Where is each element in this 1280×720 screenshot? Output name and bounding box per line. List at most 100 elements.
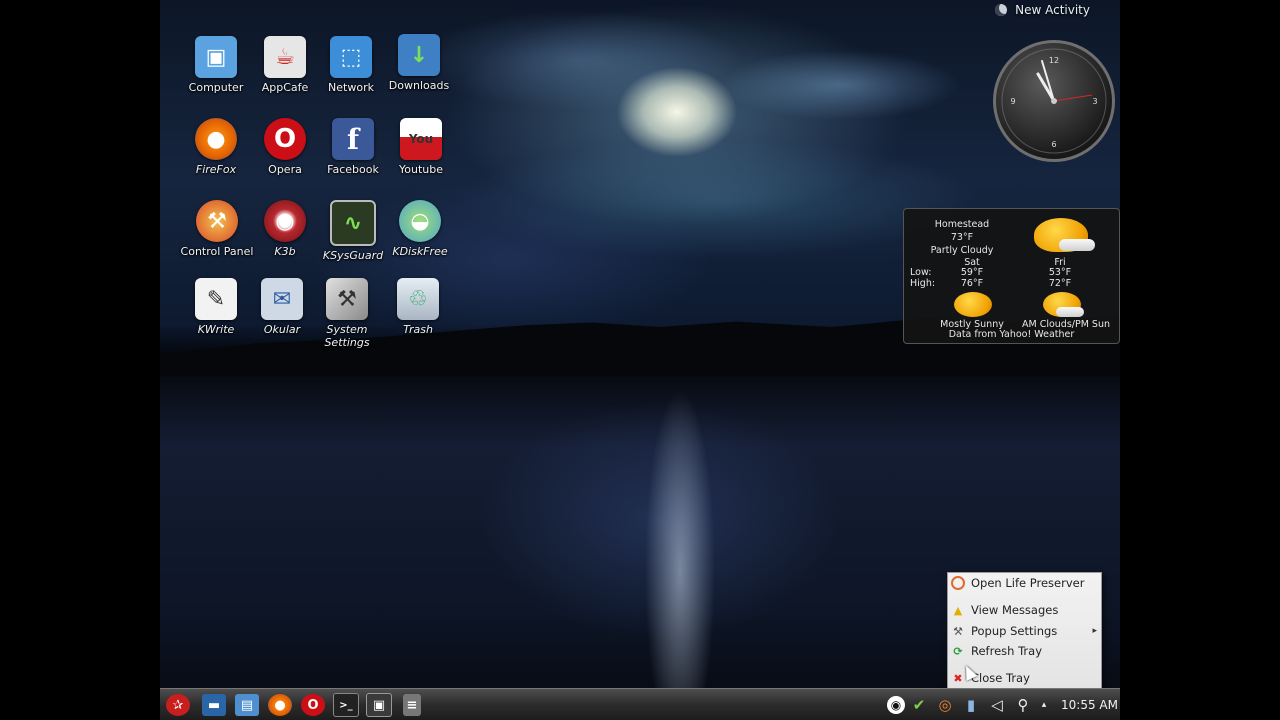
desktop-icon-label: Trash	[403, 323, 433, 336]
warning-icon: ▲	[953, 603, 963, 617]
terminal-icon: >_	[333, 693, 359, 717]
firefox-launcher-icon: ●	[268, 694, 292, 716]
desktop-icon-kdiskfree[interactable]: ◒ KDiskFree	[382, 200, 458, 258]
system-monitor-button[interactable]: ▣	[364, 691, 394, 719]
partly-cloudy-cloud-icon	[1059, 239, 1095, 251]
clock-tick-6: 6	[1051, 140, 1056, 149]
search-tray-icon[interactable]: ⚲	[1011, 693, 1035, 717]
ksysguard-icon: ∿	[330, 200, 376, 246]
pcbsd-icon[interactable]: ◉	[887, 696, 906, 714]
menu-item-open-life-preserver[interactable]: Open Life Preserver	[948, 573, 1101, 593]
opera-launcher-icon: O	[301, 694, 325, 716]
taskbar: ✰ ▬ ▤ ● O >_ ▣ ≡ ◉ ✔ ◎ ▮ ◁ ⚲ ▴ 10:55 AM	[160, 688, 1120, 720]
network-tray-icon[interactable]: ▮	[959, 693, 983, 717]
desktop-icon-label: Youtube	[399, 163, 443, 176]
file-manager-button[interactable]: ▤	[232, 691, 262, 719]
menu-item-refresh-tray[interactable]: ⟳ Refresh Tray	[948, 641, 1101, 661]
desktop-icon-network[interactable]: ⬚ Network	[313, 36, 389, 94]
tray-expand-icon[interactable]: ▴	[1037, 693, 1051, 717]
k3b-icon: ◉	[264, 200, 306, 242]
desktop-icon-label: FireFox	[195, 163, 237, 176]
system-settings-icon: ⚒	[326, 278, 368, 320]
desktop-icon-label: Facebook	[327, 163, 379, 176]
menu-item-label: View Messages	[971, 603, 1059, 617]
kickoff-menu-icon: ✰	[166, 694, 190, 716]
life-preserver-tray-icon[interactable]: ◎	[933, 693, 957, 717]
volume-icon[interactable]: ◁	[985, 693, 1009, 717]
menu-item-label: Refresh Tray	[971, 644, 1042, 658]
monitor-icon: ▣	[366, 693, 392, 717]
analog-clock-widget[interactable]: 12 3 6 9	[993, 40, 1115, 162]
firefox-launcher-button[interactable]: ●	[265, 691, 295, 719]
life-preserver-icon	[951, 576, 965, 590]
calculator-button[interactable]: ≡	[397, 691, 427, 719]
weather-location: Homestead	[934, 219, 990, 230]
weather-day-2-low: 53°F	[1048, 267, 1072, 278]
clock-hour-hand	[1036, 72, 1056, 103]
desktop-icon-trash[interactable]: ♲ Trash	[380, 278, 456, 336]
desktop-icon-label: KSysGuard	[322, 249, 384, 262]
kdiskfree-icon: ◒	[399, 200, 441, 242]
desktop-icon-appcafe[interactable]: ☕ AppCafe	[247, 36, 323, 94]
trash-icon: ♲	[397, 278, 439, 320]
desktop-icon-label: Downloads	[388, 79, 450, 92]
youtube-icon: You	[400, 118, 442, 160]
facebook-icon: f	[332, 118, 374, 160]
desktop-icon-label: AppCafe	[261, 81, 309, 94]
clock-tick-9: 9	[1010, 97, 1015, 106]
menu-item-popup-settings[interactable]: ⚒ Popup Settings ▸	[948, 621, 1101, 641]
firefox-icon: ●	[195, 118, 237, 160]
update-icon[interactable]: ✔	[907, 693, 931, 717]
am-clouds-cloud-icon	[1056, 307, 1084, 317]
computer-icon: ▣	[195, 36, 237, 78]
kwrite-icon: ✎	[195, 278, 237, 320]
desktop-icon-facebook[interactable]: f Facebook	[315, 118, 391, 176]
calculator-icon: ≡	[403, 694, 421, 716]
desktop-icon-firefox[interactable]: ● FireFox	[178, 118, 254, 176]
mostly-sunny-icon	[954, 292, 992, 317]
desktop-icon-computer[interactable]: ▣ Computer	[178, 36, 254, 94]
kickoff-menu-button[interactable]: ✰	[163, 691, 193, 719]
opera-launcher-button[interactable]: O	[298, 691, 328, 719]
terminal-launcher-button[interactable]: >_	[331, 691, 361, 719]
weather-day-2-high: 72°F	[1048, 278, 1072, 289]
weather-low-label: Low:	[910, 267, 932, 278]
clock-center	[1051, 98, 1057, 104]
desktop-icon-control-panel[interactable]: ⚒ Control Panel	[179, 200, 255, 258]
desktop-icon-downloads[interactable]: ↓ Downloads	[381, 34, 457, 92]
desktop-icon-label: Control Panel	[180, 245, 254, 258]
file-manager-icon: ▤	[235, 694, 259, 716]
show-desktop-button[interactable]: ▬	[199, 691, 229, 719]
desktop-icon-ksysguard[interactable]: ∿ KSysGuard	[315, 200, 391, 262]
submenu-arrow-icon: ▸	[1092, 626, 1097, 636]
new-activity-button[interactable]: New Activity	[995, 3, 1090, 17]
desktop-icon-k3b[interactable]: ◉ K3b	[247, 200, 323, 258]
desktop-icon-opera[interactable]: O Opera	[247, 118, 323, 176]
menu-item-label: Popup Settings	[971, 624, 1058, 638]
okular-icon: ✉	[261, 278, 303, 320]
desktop-icon-label: KDiskFree	[392, 245, 448, 258]
weather-widget[interactable]: Homestead 73°F Partly Cloudy Low: High: …	[903, 208, 1120, 344]
desktop-icon-youtube[interactable]: You Youtube	[383, 118, 459, 176]
weather-current-temp: 73°F	[950, 232, 974, 243]
desktop-icon-label: System Settings	[324, 323, 370, 349]
opera-icon: O	[264, 118, 306, 160]
clock-time[interactable]: 10:55 AM	[1061, 698, 1118, 712]
control-panel-icon: ⚒	[196, 200, 238, 242]
clock-tick-3: 3	[1092, 97, 1097, 106]
desktop-icon-kwrite[interactable]: ✎ KWrite	[178, 278, 254, 336]
desktop-icon-label: Network	[328, 81, 374, 94]
menu-item-label: Open Life Preserver	[971, 576, 1085, 590]
menu-item-view-messages[interactable]: ▲ View Messages	[948, 600, 1101, 620]
downloads-icon: ↓	[398, 34, 440, 76]
weather-day-1-high: 76°F	[960, 278, 984, 289]
desktop-icon: ▬	[202, 694, 226, 716]
weather-source: Data from Yahoo! Weather	[948, 329, 1075, 340]
network-icon: ⬚	[330, 36, 372, 78]
menu-item-label: Close Tray	[971, 671, 1030, 685]
desktop-icon-label: KWrite	[197, 323, 235, 336]
wrench-icon: ⚒	[953, 624, 963, 638]
desktop-icon-system-settings[interactable]: ⚒ System Settings	[309, 278, 385, 349]
weather-condition: Partly Cloudy	[930, 245, 994, 256]
refresh-icon: ⟳	[953, 644, 963, 658]
